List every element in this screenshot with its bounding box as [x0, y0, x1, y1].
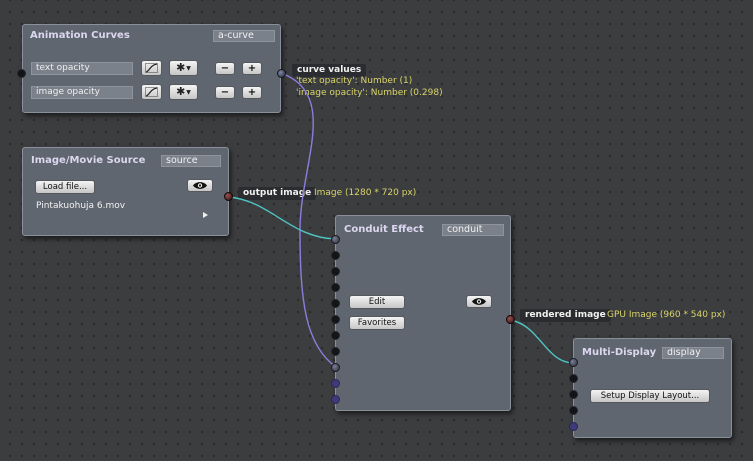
eye-icon [472, 298, 486, 305]
conduit-input-port-8[interactable] [331, 363, 340, 372]
conduit-input-port-7[interactable] [331, 347, 340, 356]
conduit-input-port-2[interactable] [331, 267, 340, 276]
display-input-port-2[interactable] [569, 390, 578, 399]
eye-icon [193, 182, 207, 189]
rendered-image-port[interactable] [506, 315, 515, 324]
gear-icon: ✱ [176, 61, 186, 74]
curve-icon [145, 63, 158, 73]
display-input-port-3[interactable] [569, 406, 578, 415]
file-name-label: Pintakuohuja 6.mov [36, 201, 126, 211]
preview-toggle-button[interactable] [466, 295, 492, 308]
multi-display-node[interactable]: Multi-Display display Setup Display Layo… [573, 338, 732, 438]
node-title: Animation Curves [30, 30, 130, 41]
conduit-input-port-0[interactable] [331, 235, 340, 244]
param-image-opacity[interactable]: image opacity [31, 86, 133, 99]
conduit-input-port-10[interactable] [331, 395, 340, 404]
curve-icon [145, 87, 158, 97]
wire-rendered-to-display[interactable] [509, 319, 574, 364]
conduit-effect-node[interactable]: Conduit Effect conduit Edit Favorites [335, 215, 511, 411]
conduit-input-port-6[interactable] [331, 331, 340, 340]
conduit-input-port-9[interactable] [331, 379, 340, 388]
setup-display-layout-button[interactable]: Setup Display Layout... [590, 389, 710, 403]
output-value: GPU Image (960 * 540 px) [607, 310, 726, 320]
load-file-button[interactable]: Load file... [35, 180, 95, 194]
node-name-field[interactable]: source [161, 155, 221, 167]
node-title: Image/Movie Source [31, 155, 146, 166]
param-settings-button[interactable]: ✱ ▼ [169, 84, 198, 100]
output-value: 'image opacity': Number (0.298) [296, 88, 443, 98]
play-triangle-icon[interactable] [203, 212, 208, 218]
curve-input-port[interactable] [17, 69, 26, 78]
output-label: rendered image [520, 309, 611, 322]
increment-button[interactable]: + [242, 62, 262, 75]
curve-editor-button[interactable] [141, 84, 162, 100]
param-settings-button[interactable]: ✱ ▼ [169, 60, 198, 76]
param-text-opacity[interactable]: text opacity [31, 62, 133, 75]
image-movie-source-node[interactable]: Image/Movie Source source Load file... P… [22, 147, 229, 236]
decrement-button[interactable]: − [215, 86, 235, 99]
chevron-down-icon: ▼ [186, 88, 191, 96]
output-value: 'text opacity': Number (1) [296, 76, 413, 86]
decrement-button[interactable]: − [215, 62, 235, 75]
output-label: output image [238, 187, 317, 200]
conduit-input-port-1[interactable] [331, 251, 340, 260]
display-input-port-0[interactable] [569, 358, 578, 367]
curve-values-output-port[interactable] [277, 69, 286, 78]
favorites-button[interactable]: Favorites [349, 316, 405, 330]
display-input-port-4[interactable] [569, 422, 578, 431]
node-name-field[interactable]: conduit [442, 224, 504, 236]
preview-toggle-button[interactable] [187, 179, 213, 192]
node-title: Conduit Effect [344, 224, 424, 235]
edit-button[interactable]: Edit [349, 295, 405, 309]
node-name-field[interactable]: display [662, 347, 724, 359]
gear-icon: ✱ [176, 85, 186, 98]
wire-image-to-conduit[interactable] [227, 196, 337, 240]
output-image-port[interactable] [224, 192, 233, 201]
wire-curve-values-to-conduit[interactable] [280, 72, 337, 368]
chevron-down-icon: ▼ [186, 64, 191, 72]
curve-editor-button[interactable] [141, 60, 162, 76]
conduit-input-port-4[interactable] [331, 299, 340, 308]
animation-curves-node[interactable]: Animation Curves a-curve text opacity ✱ … [22, 24, 281, 113]
conduit-input-port-5[interactable] [331, 315, 340, 324]
conduit-input-port-3[interactable] [331, 283, 340, 292]
node-title: Multi-Display [582, 347, 657, 358]
increment-button[interactable]: + [242, 86, 262, 99]
output-value: Image (1280 * 720 px) [314, 188, 417, 198]
node-name-field[interactable]: a-curve [213, 30, 275, 42]
display-input-port-1[interactable] [569, 374, 578, 383]
